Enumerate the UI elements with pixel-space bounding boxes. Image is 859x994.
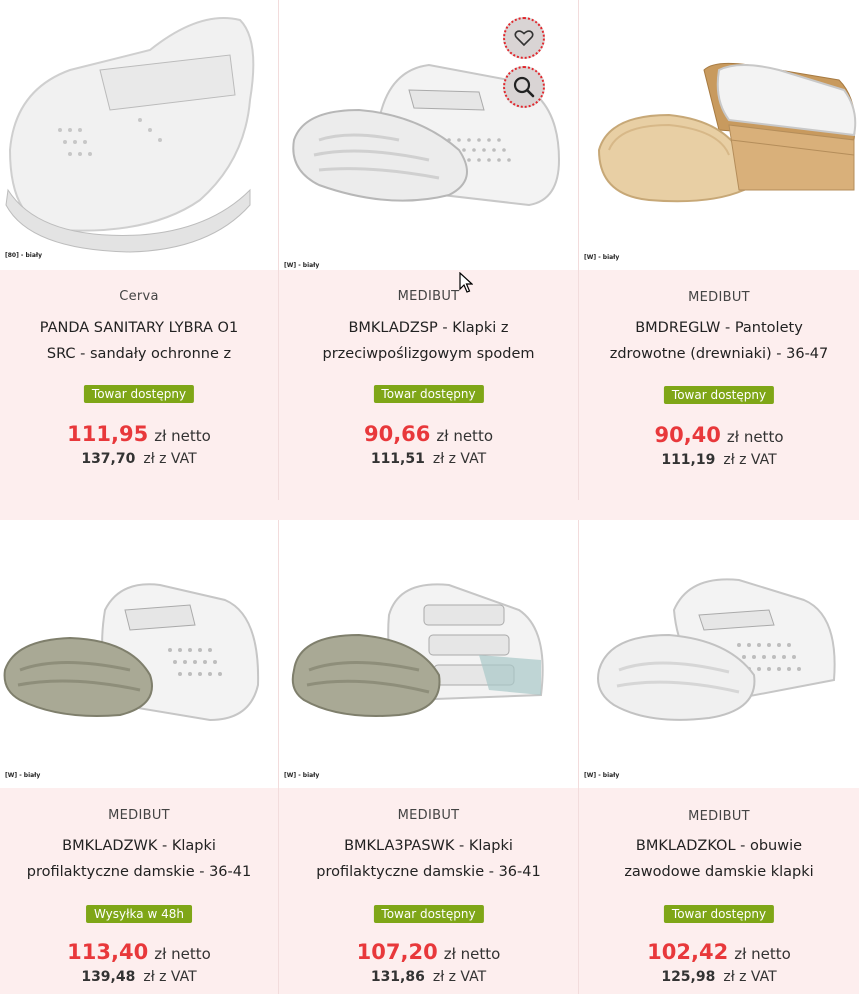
image-caption: [W] - biały <box>584 772 620 779</box>
price-net: 102,42 zł netto <box>579 940 859 964</box>
availability-badge: Towar dostępny <box>373 905 484 923</box>
price-net-value: 90,66 <box>363 422 431 446</box>
price-net-unit: zł netto <box>154 945 211 963</box>
price-gross: 131,86 zł z VAT <box>279 969 578 985</box>
price-net: 111,95 zł netto <box>0 422 278 446</box>
product-brand: Cerva <box>119 289 159 304</box>
product-brand: MEDIBUT <box>688 809 750 824</box>
product-title-line1[interactable]: PANDA SANITARY LYBRA O1 <box>10 315 268 341</box>
quickview-button[interactable] <box>503 66 545 108</box>
price-net: 90,66 zł netto <box>279 422 578 446</box>
price-gross-unit: zł z VAT <box>432 451 487 467</box>
product-title-line2[interactable]: zdrowotne (drewniaki) - 36-47 <box>589 341 849 367</box>
price-net-value: 90,40 <box>654 423 721 447</box>
product-brand: MEDIBUT <box>688 290 750 305</box>
product-title[interactable]: PANDA SANITARY LYBRA O1 SRC - sandały oc… <box>10 315 268 367</box>
shipping-badge: Wysyłka w 48h <box>86 905 192 923</box>
price-gross-unit: zł z VAT <box>432 969 487 985</box>
price-net-unit: zł netto <box>726 428 784 446</box>
price-net-value: 113,40 <box>67 940 149 964</box>
product-brand: MEDIBUT <box>108 808 170 823</box>
product-brand: MEDIBUT <box>397 289 460 304</box>
product-brand: MEDIBUT <box>397 808 460 823</box>
price-gross-value: 131,86 <box>370 969 425 985</box>
product-image[interactable]: [W] - biały <box>579 0 859 270</box>
product-title-line1[interactable]: BMKLA3PASWK - Klapki <box>289 833 568 859</box>
product-image[interactable]: [W] - biały <box>279 520 578 788</box>
price-gross-value: 111,51 <box>370 451 425 467</box>
image-caption: [W] - biały <box>5 772 41 779</box>
price-net-unit: zł netto <box>436 427 494 445</box>
search-icon <box>513 76 535 98</box>
product-card[interactable]: [W] - biały MEDIBUT BMKLADZWK - Klapki p… <box>0 520 279 994</box>
price-gross-unit: zł z VAT <box>723 452 777 468</box>
price-net-value: 107,20 <box>356 940 438 964</box>
price-net: 107,20 zł netto <box>279 940 578 964</box>
price-gross-value: 137,70 <box>81 451 136 467</box>
product-title[interactable]: BMKLADZWK - Klapki profilaktyczne damski… <box>10 833 268 885</box>
availability-badge: Towar dostępny <box>373 385 484 403</box>
product-title-line1[interactable]: BMKLADZWK - Klapki <box>10 833 268 859</box>
product-title[interactable]: BMDREGLW - Pantolety zdrowotne (drewniak… <box>589 315 849 367</box>
image-caption: [W] - biały <box>584 254 620 261</box>
price-gross: 111,19 zł z VAT <box>579 452 859 468</box>
product-card[interactable]: [80] - biały Cerva PANDA SANITARY LYBRA … <box>0 0 279 500</box>
mouse-cursor-icon <box>459 272 473 293</box>
product-card[interactable]: [W] - biały MEDIBUT BMKLADZSP - Klapki z… <box>279 0 579 500</box>
product-title-line2[interactable]: profilaktyczne damskie - 36-41 <box>289 859 568 885</box>
product-title-line1[interactable]: BMKLADZKOL - obuwie <box>589 833 849 859</box>
product-title-line1[interactable]: BMKLADZSP - Klapki z <box>289 315 568 341</box>
price-net: 90,40 zł netto <box>579 423 859 447</box>
price-gross-value: 125,98 <box>661 969 716 985</box>
product-title-line2[interactable]: zawodowe damskie klapki <box>589 859 849 885</box>
product-card[interactable]: [W] - biały MEDIBUT BMKLADZKOL - obuwie … <box>579 520 859 994</box>
price-gross: 139,48 zł z VAT <box>0 969 278 985</box>
availability-badge: Towar dostępny <box>663 905 775 923</box>
shoe-image <box>291 583 544 717</box>
product-title-line2[interactable]: SRC - sandały ochronne z <box>10 341 268 367</box>
image-caption: [W] - biały <box>284 772 320 779</box>
price-net-unit: zł netto <box>734 945 791 963</box>
shoe-image <box>597 62 857 203</box>
price-net: 113,40 zł netto <box>0 940 278 964</box>
product-title[interactable]: BMKLADZKOL - obuwie zawodowe damskie kla… <box>589 833 849 885</box>
price-gross-value: 139,48 <box>81 969 136 985</box>
price-gross: 137,70 zł z VAT <box>0 451 278 467</box>
product-card[interactable]: [W] - biały MEDIBUT BMKLA3PASWK - Klapki… <box>279 520 579 994</box>
product-image[interactable]: [W] - biały <box>0 520 278 788</box>
product-title-line2[interactable]: profilaktyczne damskie - 36-41 <box>10 859 268 885</box>
price-gross-unit: zł z VAT <box>143 451 197 467</box>
availability-badge: Towar dostępny <box>663 386 775 404</box>
wishlist-button[interactable] <box>503 17 545 59</box>
heart-icon <box>514 30 534 47</box>
price-gross-unit: zł z VAT <box>143 969 197 985</box>
shoe-image <box>3 583 260 722</box>
product-image[interactable]: [80] - biały <box>0 0 278 270</box>
shoe-image <box>597 578 836 721</box>
product-title-line1[interactable]: BMDREGLW - Pantolety <box>589 315 849 341</box>
product-title[interactable]: BMKLA3PASWK - Klapki profilaktyczne dams… <box>289 833 568 885</box>
image-caption: [80] - biały <box>5 252 43 259</box>
price-net-unit: zł netto <box>443 945 501 963</box>
price-gross: 111,51 zł z VAT <box>279 451 578 467</box>
price-gross-value: 111,19 <box>661 452 716 468</box>
price-net-unit: zł netto <box>154 427 211 445</box>
product-card[interactable]: [W] - biały MEDIBUT BMDREGLW - Pantolety… <box>579 0 859 500</box>
product-image[interactable]: [W] - biały <box>579 520 859 788</box>
image-caption: [W] - biały <box>284 262 320 269</box>
price-net-value: 111,95 <box>67 422 149 446</box>
product-title-line2[interactable]: przeciwpoślizgowym spodem <box>289 341 568 367</box>
price-gross: 125,98 zł z VAT <box>579 969 859 985</box>
price-net-value: 102,42 <box>647 940 729 964</box>
product-grid: [80] - biały Cerva PANDA SANITARY LYBRA … <box>0 0 859 994</box>
availability-badge: Towar dostępny <box>83 385 195 403</box>
shoe-image <box>5 17 255 253</box>
price-gross-unit: zł z VAT <box>723 969 777 985</box>
product-title[interactable]: BMKLADZSP - Klapki z przeciwpoślizgowym … <box>289 315 568 367</box>
